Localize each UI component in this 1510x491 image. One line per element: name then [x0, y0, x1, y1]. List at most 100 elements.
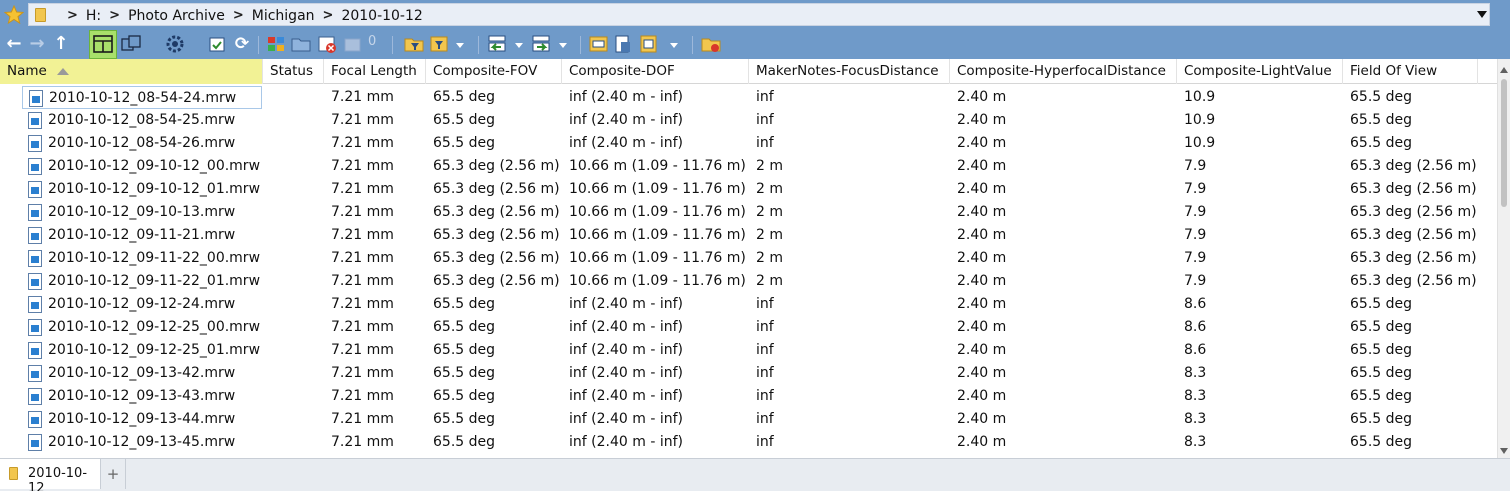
vertical-scrollbar[interactable]	[1497, 59, 1510, 458]
breadcrumb-separator-icon[interactable]: >	[233, 8, 244, 23]
raw-image-file-icon	[28, 434, 42, 451]
document-icon[interactable]	[612, 33, 634, 55]
file-name-cell[interactable]: 2010-10-12_09-11-22_00.mrw	[22, 247, 262, 270]
cell-fov: 65.5 deg	[433, 89, 496, 105]
file-name-cell[interactable]: 2010-10-12_09-10-12_00.mrw	[22, 155, 262, 178]
cell-lv: 7.9	[1184, 181, 1207, 197]
address-dropdown-icon[interactable]	[1477, 11, 1487, 18]
column-header-status[interactable]: Status	[263, 59, 324, 84]
cell-focal: 7.21 mm	[331, 181, 394, 197]
table-row[interactable]: 2010-10-12_09-10-13.mrw 7.21 mm 65.3 deg (…	[0, 201, 1497, 224]
table-row[interactable]: 2010-10-12_09-12-25_01.mrw 7.21 mm 65.5 de…	[0, 339, 1497, 362]
file-name-cell[interactable]: 2010-10-12_09-13-45.mrw	[22, 431, 262, 454]
tab-2010-10-12[interactable]: 2010-10-12	[0, 459, 101, 491]
column-header-lv[interactable]: Composite-LightValue	[1177, 59, 1343, 84]
column-header-label: Focal Length	[331, 63, 417, 79]
column-header-fieldofview[interactable]: Field Of View	[1343, 59, 1478, 84]
delete-icon[interactable]	[316, 33, 338, 55]
rename-icon[interactable]	[588, 33, 610, 55]
folder-view-icon[interactable]	[290, 33, 312, 55]
file-name-cell[interactable]: 2010-10-12_09-10-12_01.mrw	[22, 178, 262, 201]
table-row[interactable]: 2010-10-12_08-54-24.mrw 7.21 mm 65.5 deg in…	[0, 86, 1497, 109]
thumbnails-icon[interactable]	[265, 33, 287, 55]
breadcrumb-item[interactable]: Photo Archive	[128, 8, 225, 24]
address-input[interactable]: > H: > Photo Archive > Michigan >2010-10-12	[28, 3, 1490, 26]
scroll-down-icon[interactable]	[1500, 448, 1508, 454]
scroll-up-icon[interactable]	[1500, 67, 1508, 73]
reload-button[interactable]: ⟳	[231, 33, 253, 55]
breadcrumb-separator-icon[interactable]: >	[67, 8, 78, 23]
file-name: 2010-10-12_09-11-22_01.mrw	[48, 273, 261, 289]
cell-status	[270, 339, 324, 362]
file-name-cell[interactable]: 2010-10-12_09-13-43.mrw	[22, 385, 262, 408]
file-name-cell[interactable]: 2010-10-12_08-54-26.mrw	[22, 132, 262, 155]
cell-dof: inf (2.40 m - inf)	[569, 89, 683, 105]
column-header-focal[interactable]: Focal Length	[324, 59, 426, 84]
breadcrumb-item[interactable]: Michigan	[252, 8, 315, 24]
cell-fov: 65.5 deg	[433, 365, 496, 381]
table-row[interactable]: 2010-10-12_09-12-24.mrw 7.21 mm 65.5 deg in…	[0, 293, 1497, 316]
refresh-view-icon[interactable]	[207, 33, 229, 55]
breadcrumb-item[interactable]: H:	[86, 8, 101, 24]
copy-left-dropdown-icon[interactable]	[515, 43, 523, 48]
address-bar: > H: > Photo Archive > Michigan >2010-10-12	[0, 0, 1510, 30]
cell-lv: 8.3	[1184, 365, 1207, 381]
cell-hyper: 2.40 m	[957, 411, 1007, 427]
table-row[interactable]: 2010-10-12_09-13-44.mrw 7.21 mm 65.5 deg in…	[0, 408, 1497, 431]
file-name-cell[interactable]: 2010-10-12_09-13-44.mrw	[22, 408, 262, 431]
table-row[interactable]: 2010-10-12_09-13-43.mrw 7.21 mm 65.5 deg in…	[0, 385, 1497, 408]
file-name-cell[interactable]: 2010-10-12_09-10-13.mrw	[22, 201, 262, 224]
copy-left-icon[interactable]	[487, 33, 509, 55]
forward-button[interactable]: →	[26, 33, 48, 55]
cell-focal: 7.21 mm	[331, 89, 394, 105]
column-header-label: Status	[270, 63, 314, 79]
column-header-dof[interactable]: Composite-DOF	[562, 59, 749, 84]
file-name-cell[interactable]: 2010-10-12_09-11-22_01.mrw	[22, 270, 262, 293]
favorites-star-icon[interactable]	[4, 5, 24, 25]
copy-right-icon[interactable]	[531, 33, 553, 55]
column-header-fov[interactable]: Composite-FOV	[426, 59, 562, 84]
table-row[interactable]: 2010-10-12_09-12-25_00.mrw 7.21 mm 65.5 de…	[0, 316, 1497, 339]
dual-pane-icon[interactable]	[120, 33, 142, 55]
column-header-label: Field Of View	[1350, 63, 1438, 79]
scrollbar-thumb[interactable]	[1501, 79, 1507, 207]
layout-toggle-button[interactable]	[89, 30, 117, 59]
filter-dropdown-icon[interactable]	[456, 43, 464, 48]
file-name-cell[interactable]: 2010-10-12_09-12-25_00.mrw	[22, 316, 262, 339]
table-row[interactable]: 2010-10-12_09-11-21.mrw 7.21 mm 65.3 deg (…	[0, 224, 1497, 247]
table-row[interactable]: 2010-10-12_08-54-26.mrw 7.21 mm 65.5 deg in…	[0, 132, 1497, 155]
table-row[interactable]: 2010-10-12_09-11-22_01.mrw 7.21 mm 65.3 de…	[0, 270, 1497, 293]
column-header-hyper[interactable]: Composite-HyperfocalDistance	[950, 59, 1177, 84]
breadcrumb-separator-icon[interactable]: >	[109, 8, 120, 23]
raw-image-file-icon	[28, 135, 42, 152]
file-name-cell[interactable]: 2010-10-12_09-12-24.mrw	[22, 293, 262, 316]
table-row[interactable]: 2010-10-12_09-13-42.mrw 7.21 mm 65.5 deg in…	[0, 362, 1497, 385]
settings-gear-icon[interactable]	[164, 33, 186, 55]
file-name-cell[interactable]: 2010-10-12_09-12-25_01.mrw	[22, 339, 262, 362]
filter-icon[interactable]	[428, 33, 450, 55]
table-row[interactable]: 2010-10-12_08-54-25.mrw 7.21 mm 65.5 deg in…	[0, 109, 1497, 132]
cell-hyper: 2.40 m	[957, 319, 1007, 335]
up-button[interactable]: ↑	[50, 33, 72, 55]
copy-right-dropdown-icon[interactable]	[559, 43, 567, 48]
table-row[interactable]: 2010-10-12_09-10-12_00.mrw 7.21 mm 65.3 de…	[0, 155, 1497, 178]
back-button[interactable]: ←	[3, 33, 25, 55]
column-header-name[interactable]: Name	[0, 59, 263, 84]
raw-image-file-icon	[28, 296, 42, 313]
table-row[interactable]: 2010-10-12_09-10-12_01.mrw 7.21 mm 65.3 de…	[0, 178, 1497, 201]
bug-report-icon[interactable]	[700, 33, 722, 55]
properties-icon[interactable]	[638, 33, 660, 55]
properties-dropdown-icon[interactable]	[670, 43, 678, 48]
file-name-cell[interactable]: 2010-10-12_08-54-24.mrw	[22, 86, 262, 109]
breadcrumb-item[interactable]: 2010-10-12	[341, 8, 422, 24]
table-row[interactable]: 2010-10-12_09-13-45.mrw 7.21 mm 65.5 deg in…	[0, 431, 1497, 454]
breadcrumb-separator-icon[interactable]: >	[323, 8, 334, 23]
folder-filter-icon[interactable]	[403, 33, 425, 55]
column-header-focus[interactable]: MakerNotes-FocusDistance	[749, 59, 950, 84]
file-name-cell[interactable]: 2010-10-12_09-13-42.mrw	[22, 362, 262, 385]
file-name-cell[interactable]: 2010-10-12_08-54-25.mrw	[22, 109, 262, 132]
add-tab-button[interactable]: +	[101, 459, 126, 489]
table-row[interactable]: 2010-10-12_09-11-22_00.mrw 7.21 mm 65.3 de…	[0, 247, 1497, 270]
column-header-label: Composite-DOF	[569, 63, 675, 79]
file-name-cell[interactable]: 2010-10-12_09-11-21.mrw	[22, 224, 262, 247]
